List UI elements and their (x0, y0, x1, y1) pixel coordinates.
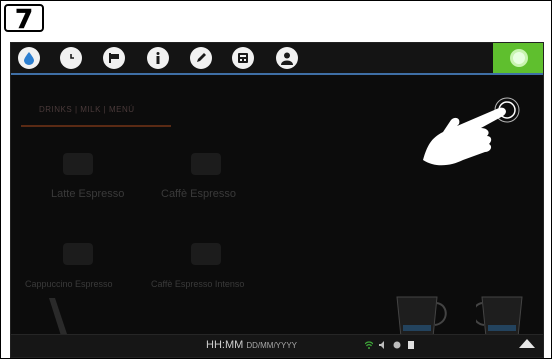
instruction-frame: 7 DRINKS | MILK | MENÚ Latte Espresso Ca… (0, 0, 552, 359)
info-icon[interactable] (147, 47, 169, 69)
chevron-up-icon[interactable] (519, 339, 535, 348)
user-icon[interactable] (276, 47, 298, 69)
settings-button[interactable] (493, 43, 543, 73)
drink-item-label: Caffè Espresso Intenso (151, 279, 245, 289)
date-text: DD/MM/YYYY (246, 341, 298, 350)
drink-item-label: Cappuccino Espresso (25, 279, 113, 289)
machine-screen: DRINKS | MILK | MENÚ Latte Espresso Caff… (10, 42, 544, 358)
background-tab-label: DRINKS | MILK | MENÚ (39, 105, 135, 114)
drink-item-label: Caffè Espresso (161, 188, 237, 200)
time-text: HH:MM (206, 339, 244, 351)
pencil-icon[interactable] (190, 47, 212, 69)
water-drop-icon[interactable] (18, 47, 40, 69)
drink-cup-icon (191, 153, 221, 175)
top-toolbar (11, 43, 543, 75)
clock-icon[interactable] (60, 47, 82, 69)
gear-icon (510, 49, 528, 67)
calculator-icon[interactable] (232, 47, 254, 69)
flag-icon[interactable] (103, 47, 125, 69)
drink-cup-icon (63, 153, 93, 175)
wifi-icon (365, 341, 373, 349)
card-icon (408, 341, 414, 349)
drink-cup-icon (191, 243, 221, 265)
drink-item-label: Latte Espresso (51, 188, 125, 200)
step-number-badge: 7 (4, 4, 44, 34)
background-tab-underline (21, 125, 171, 127)
status-bar: HH:MM DD/MM/YYYY (11, 334, 543, 357)
location-icon (393, 341, 401, 349)
status-icons (365, 341, 415, 349)
volume-icon (379, 341, 384, 349)
tap-hand-icon (423, 97, 520, 166)
datetime-display: HH:MM DD/MM/YYYY (206, 339, 297, 351)
drink-cup-icon (63, 243, 93, 265)
